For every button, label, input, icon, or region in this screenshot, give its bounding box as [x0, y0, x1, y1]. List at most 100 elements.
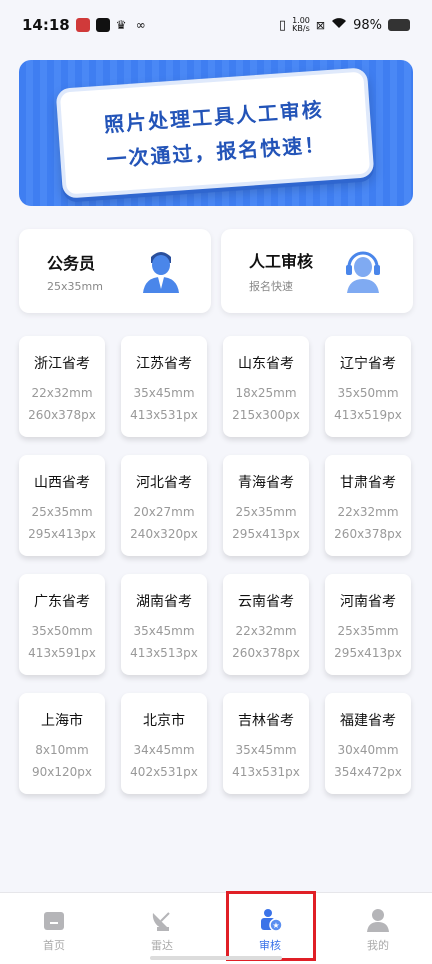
tile-title: 山西省考: [34, 475, 90, 491]
nav-home-label: 首页: [43, 939, 65, 952]
tile-title: 吉林省考: [238, 713, 294, 729]
crown-icon: ♛: [115, 18, 127, 32]
tile-size-mm: 35x50mm: [31, 624, 93, 638]
net-speed-unit: KB/s: [292, 24, 310, 33]
tile-size-mm: 35x45mm: [133, 624, 195, 638]
civil-servant-icon: [143, 252, 179, 293]
battery-icon: [388, 19, 410, 31]
category-title: 公务员: [47, 253, 96, 273]
category-title: 人工审核: [249, 252, 314, 271]
link-icon: ∞: [135, 18, 146, 32]
tile-size-px: 413x513px: [130, 646, 198, 660]
tile-size-px: 295x413px: [28, 527, 96, 541]
tile-title: 浙江省考: [34, 356, 90, 372]
status-bar: 14:18 ♛ ∞ ▯ 1.00 KB/s ⊠ 98%: [0, 0, 432, 50]
tile-size-mm: 25x35mm: [235, 505, 297, 519]
app-notification-icon: [75, 18, 90, 32]
tile-size-mm: 30x40mm: [337, 743, 399, 757]
tile-henan[interactable]: 河南省考 25x35mm 295x413px: [325, 574, 411, 675]
tile-title: 辽宁省考: [340, 356, 396, 372]
tile-size-px: 413x531px: [130, 408, 198, 422]
nav-home[interactable]: 首页: [0, 893, 108, 964]
tile-size-px: 260x378px: [232, 646, 300, 660]
tile-size-px: 240x320px: [130, 527, 198, 541]
tile-qinghai[interactable]: 青海省考 25x35mm 295x413px: [223, 455, 309, 556]
nav-radar[interactable]: 雷达: [108, 893, 216, 964]
tile-liaoning[interactable]: 辽宁省考 35x50mm 413x519px: [325, 336, 411, 437]
tile-yunnan[interactable]: 云南省考 22x32mm 260x378px: [223, 574, 309, 675]
bottom-nav: 首页 雷达 ★ 审核 我的: [0, 892, 432, 964]
tile-title: 广东省考: [34, 594, 90, 610]
tile-size-mm: 18x25mm: [235, 386, 297, 400]
tile-size-px: 90x120px: [32, 765, 92, 779]
tile-size-mm: 35x50mm: [337, 386, 399, 400]
tile-size-mm: 22x32mm: [235, 624, 297, 638]
tile-hebei[interactable]: 河北省考 20x27mm 240x320px: [121, 455, 207, 556]
banner-card: 照片处理工具人工审核 一次通过，报名快速！: [55, 67, 375, 199]
tile-jilin[interactable]: 吉林省考 35x45mm 413x531px: [223, 693, 309, 794]
tile-size-px: 354x472px: [334, 765, 402, 779]
profile-icon: [367, 909, 389, 932]
tile-title: 上海市: [41, 713, 83, 729]
wifi-icon: [331, 17, 347, 33]
net-speed: 1.00 KB/s: [292, 17, 310, 33]
nav-profile[interactable]: 我的: [324, 893, 432, 964]
tile-size-mm: 34x45mm: [133, 743, 195, 757]
tile-fujian[interactable]: 福建省考 30x40mm 354x472px: [325, 693, 411, 794]
tile-size-mm: 35x45mm: [235, 743, 297, 757]
category-subtitle: 报名快速: [249, 280, 293, 293]
tile-size-px: 260x378px: [334, 527, 402, 541]
tile-size-px: 215x300px: [232, 408, 300, 422]
tile-title: 湖南省考: [136, 594, 192, 610]
tile-size-mm: 20x27mm: [133, 505, 195, 519]
tile-size-px: 413x591px: [28, 646, 96, 660]
home-indicator[interactable]: [150, 956, 282, 960]
tile-size-px: 295x413px: [334, 646, 402, 660]
tile-shanghai[interactable]: 上海市 8x10mm 90x120px: [19, 693, 105, 794]
tile-size-mm: 22x32mm: [31, 386, 93, 400]
tile-size-px: 402x531px: [130, 765, 198, 779]
tile-title: 河南省考: [340, 594, 396, 610]
category-civil-servant[interactable]: 公务员 25x35mm: [19, 229, 211, 313]
tile-size-mm: 22x32mm: [337, 505, 399, 519]
tile-title: 福建省考: [340, 713, 396, 729]
tile-shandong[interactable]: 山东省考 18x25mm 215x300px: [223, 336, 309, 437]
home-icon: [44, 912, 64, 930]
support-agent-icon: [346, 251, 380, 293]
tile-beijing[interactable]: 北京市 34x45mm 402x531px: [121, 693, 207, 794]
tile-title: 山东省考: [238, 356, 294, 372]
nav-radar-label: 雷达: [151, 939, 173, 952]
tile-size-px: 295x413px: [232, 527, 300, 541]
tile-guangdong[interactable]: 广东省考 35x50mm 413x591px: [19, 574, 105, 675]
battery-percent: 98%: [353, 17, 382, 33]
tile-size-px: 413x531px: [232, 765, 300, 779]
tiktok-icon: [95, 18, 110, 32]
tile-size-px: 413x519px: [334, 408, 402, 422]
tile-jiangsu[interactable]: 江苏省考 35x45mm 413x531px: [121, 336, 207, 437]
tile-title: 云南省考: [238, 594, 294, 610]
tile-size-mm: 35x45mm: [133, 386, 195, 400]
highlight-box: [226, 891, 316, 961]
tile-title: 河北省考: [136, 475, 192, 491]
tile-title: 青海省考: [238, 475, 294, 491]
vibrate-icon: ▯: [278, 17, 287, 33]
tile-hunan[interactable]: 湖南省考 35x45mm 413x513px: [121, 574, 207, 675]
nav-profile-label: 我的: [367, 939, 389, 952]
tile-size-px: 260x378px: [28, 408, 96, 422]
tile-title: 江苏省考: [136, 356, 192, 372]
tile-shanxi[interactable]: 山西省考 25x35mm 295x413px: [19, 455, 105, 556]
exam-grid: 浙江省考 22x32mm 260x378px 江苏省考 35x45mm 413x…: [19, 336, 413, 794]
tile-zhejiang[interactable]: 浙江省考 22x32mm 260x378px: [19, 336, 105, 437]
tile-size-mm: 8x10mm: [35, 743, 89, 757]
sim-icon: ⊠: [315, 18, 326, 32]
tile-title: 北京市: [143, 713, 185, 729]
promo-banner[interactable]: 照片处理工具人工审核 一次通过，报名快速！: [19, 60, 413, 206]
tile-size-mm: 25x35mm: [337, 624, 399, 638]
tile-gansu[interactable]: 甘肃省考 22x32mm 260x378px: [325, 455, 411, 556]
tile-title: 甘肃省考: [340, 475, 396, 491]
status-time: 14:18: [22, 16, 70, 34]
radar-icon: [152, 912, 170, 931]
category-manual-review[interactable]: 人工审核 报名快速: [221, 229, 413, 313]
category-subtitle: 25x35mm: [47, 279, 103, 293]
tile-size-mm: 25x35mm: [31, 505, 93, 519]
